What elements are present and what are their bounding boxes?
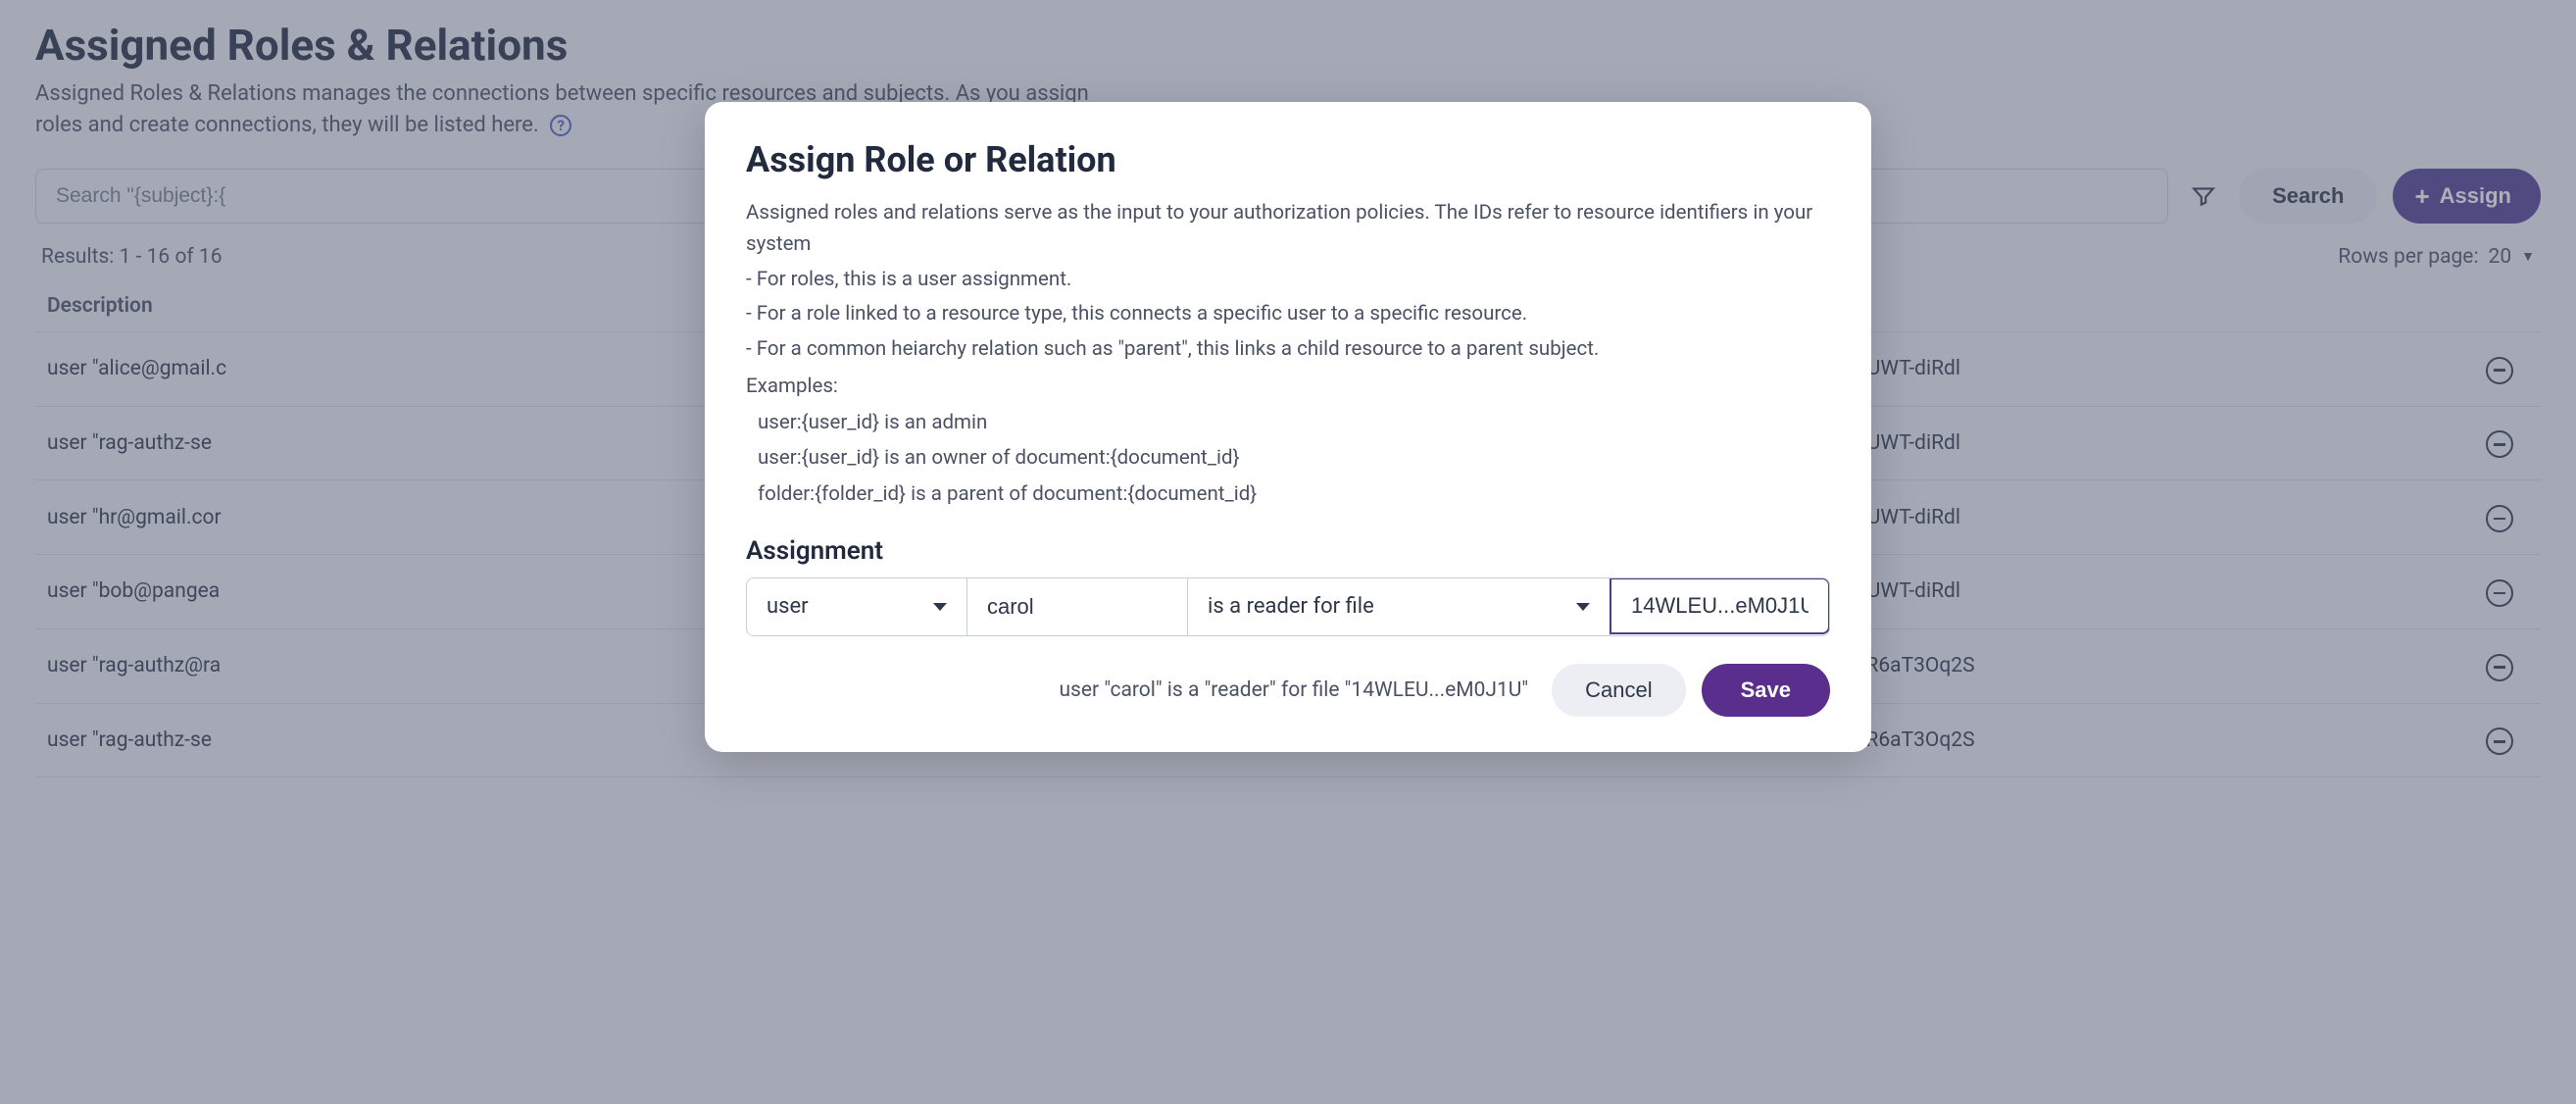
- resource-id-input-wrap: [1610, 577, 1830, 634]
- example-1: user:{user_id} is an admin: [746, 407, 1830, 439]
- resource-id-input[interactable]: [1631, 579, 1808, 632]
- assignment-row: user is a reader for file: [746, 577, 1830, 636]
- assign-modal: Assign Role or Relation Assigned roles a…: [705, 102, 1871, 752]
- example-2: user:{user_id} is an owner of document:{…: [746, 442, 1830, 475]
- cancel-button[interactable]: Cancel: [1552, 664, 1685, 717]
- modal-footer: user "carol" is a "reader" for file "14W…: [746, 664, 1830, 717]
- modal-title: Assign Role or Relation: [746, 139, 1830, 180]
- examples-label: Examples:: [746, 372, 1830, 403]
- caret-down-icon: [1576, 603, 1590, 611]
- assignment-heading: Assignment: [746, 536, 1830, 566]
- subject-id-input-wrap: [967, 578, 1188, 635]
- save-button[interactable]: Save: [1702, 664, 1830, 717]
- subject-id-input[interactable]: [987, 578, 1167, 635]
- caret-down-icon: [933, 603, 947, 611]
- modal-desc: Assigned roles and relations serve as th…: [746, 198, 1830, 261]
- subject-type-select[interactable]: user: [747, 578, 967, 635]
- modal-bullet-1: - For roles, this is a user assignment.: [746, 265, 1830, 296]
- example-3: folder:{folder_id} is a parent of docume…: [746, 478, 1830, 511]
- modal-backdrop[interactable]: Assign Role or Relation Assigned roles a…: [0, 0, 2576, 1104]
- modal-bullet-2: - For a role linked to a resource type, …: [746, 299, 1830, 330]
- assignment-summary: user "carol" is a "reader" for file "14W…: [1059, 678, 1528, 702]
- modal-bullet-3: - For a common heiarchy relation such as…: [746, 334, 1830, 366]
- subject-type-value: user: [767, 594, 809, 619]
- relation-select[interactable]: is a reader for file: [1188, 578, 1610, 635]
- relation-value: is a reader for file: [1208, 594, 1374, 619]
